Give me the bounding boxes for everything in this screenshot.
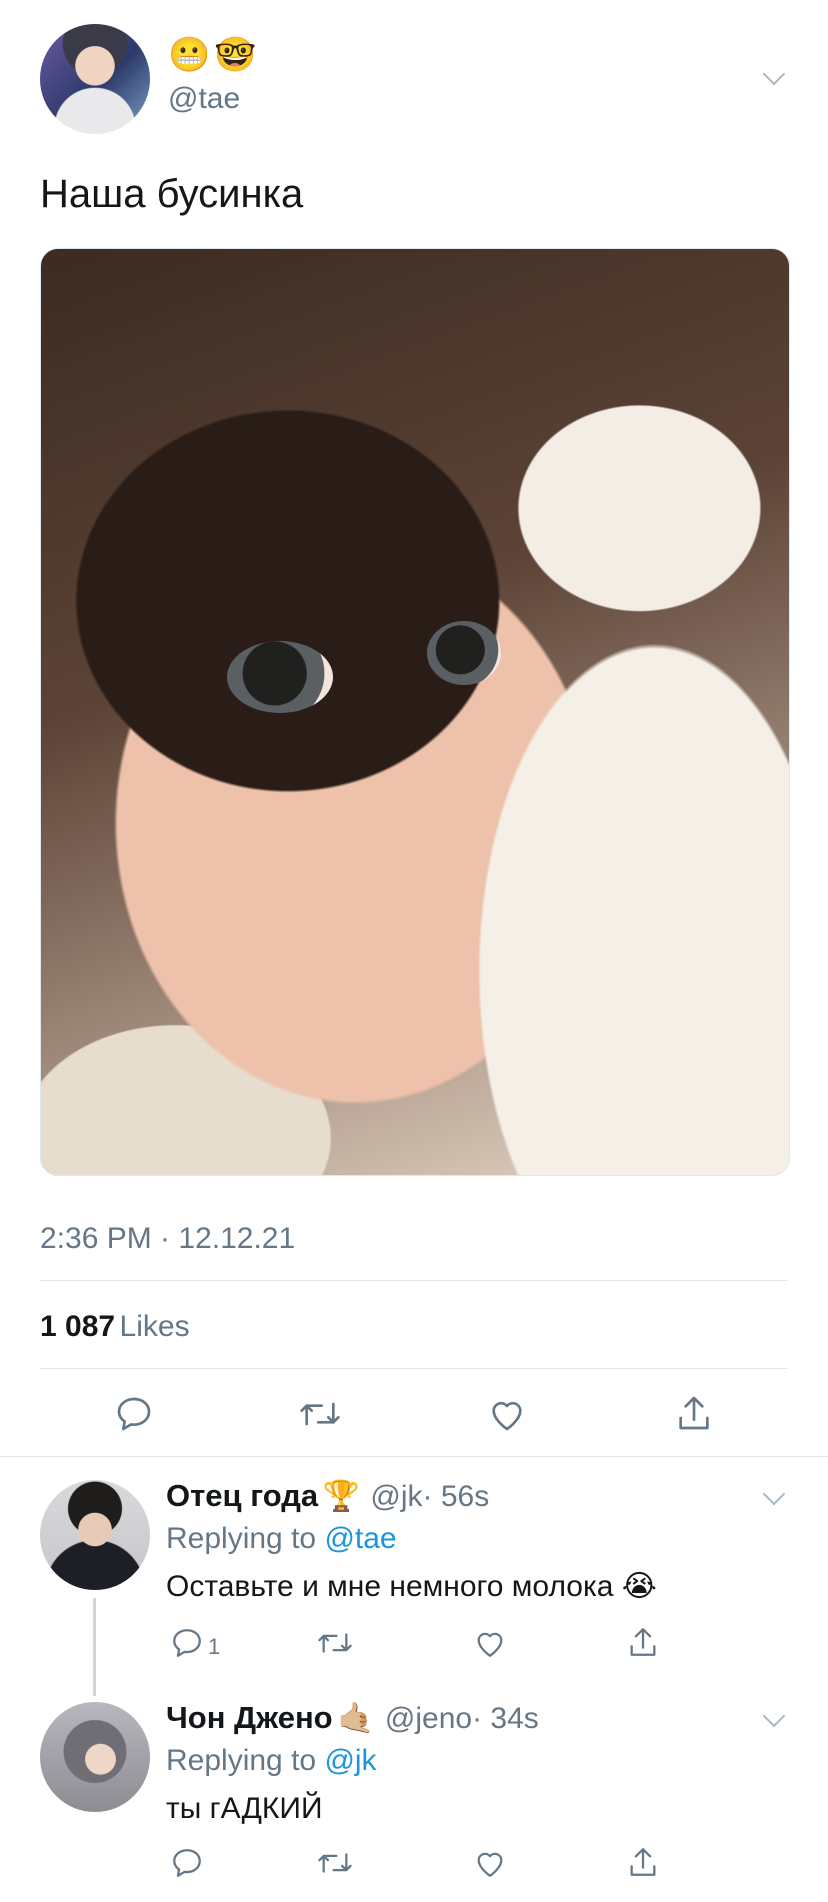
share-icon[interactable] (674, 1392, 714, 1434)
reply-author-name[interactable]: Отец года (166, 1478, 318, 1513)
reply-time: · 34s (472, 1702, 539, 1735)
tweet-photo[interactable] (40, 248, 790, 1176)
author-handle[interactable]: @tae (168, 82, 240, 116)
divider (40, 1368, 788, 1369)
chevron-down-icon[interactable] (762, 62, 786, 86)
replying-prefix: Replying to (166, 1744, 317, 1777)
divider (40, 1280, 788, 1281)
replying-to: Replying to @tae (166, 1522, 397, 1556)
like-icon[interactable] (472, 1846, 508, 1880)
thread-connector (93, 1598, 96, 1696)
author-name-emojis[interactable]: 😬 🤓 (168, 38, 257, 72)
reply-author-handle[interactable]: @jeno (385, 1702, 472, 1735)
author-avatar[interactable] (40, 24, 150, 134)
reply-text: Оставьте и мне немного молока 😭 (166, 1570, 657, 1604)
reply-text-body: Оставьте и мне немного молока (166, 1570, 614, 1603)
likes-stat[interactable]: 1 087 Likes (40, 1310, 190, 1344)
nerd-emoji: 🤓 (214, 36, 257, 74)
tweet-timestamp: 2:36 PM · 12.12.21 (40, 1222, 296, 1255)
reply-avatar-jeno[interactable] (40, 1702, 150, 1812)
call-me-hand-emoji: 🤙🏼 (337, 1702, 375, 1735)
retweet-icon[interactable] (316, 1626, 354, 1660)
reply-count: 1 (208, 1634, 221, 1659)
retweet-icon[interactable] (316, 1846, 354, 1880)
chevron-down-icon[interactable] (762, 1704, 786, 1728)
reply-avatar-jk[interactable] (40, 1480, 150, 1590)
reply-header-jeno: Чон Джено 🤙🏼 @jeno· 34s (166, 1700, 539, 1736)
tweet-text: Наша бусинка (40, 172, 304, 216)
replying-prefix: Replying to (166, 1522, 317, 1555)
replying-mention[interactable]: @jk (324, 1744, 376, 1777)
reply-icon[interactable] (170, 1846, 204, 1880)
photo-eye-left (227, 641, 333, 713)
photo-eye-right (427, 621, 501, 685)
grimace-emoji: 😬 (168, 36, 211, 74)
reply-header-jk: Отец года 🏆 @jk· 56s (166, 1478, 489, 1514)
replying-mention[interactable]: @tae (324, 1522, 396, 1555)
reply-icon[interactable] (114, 1394, 154, 1434)
reply-text: ты гАДКИЙ (166, 1792, 323, 1825)
divider (0, 1456, 828, 1457)
reply-icon[interactable] (170, 1626, 204, 1660)
likes-label: Likes (119, 1310, 190, 1343)
share-icon[interactable] (626, 1844, 660, 1880)
retweet-icon[interactable] (298, 1394, 342, 1434)
sob-emoji: 😭 (621, 1570, 657, 1603)
reply-time: · 56s (422, 1480, 490, 1513)
reply-author-name[interactable]: Чон Джено (166, 1700, 333, 1735)
likes-count: 1 087 (40, 1310, 116, 1343)
reply-author-handle[interactable]: @jk (370, 1480, 422, 1513)
share-icon[interactable] (626, 1624, 660, 1660)
like-icon[interactable] (486, 1394, 528, 1434)
trophy-emoji: 🏆 (322, 1480, 360, 1513)
like-icon[interactable] (472, 1626, 508, 1660)
chevron-down-icon[interactable] (762, 1482, 786, 1506)
replying-to: Replying to @jk (166, 1744, 377, 1778)
